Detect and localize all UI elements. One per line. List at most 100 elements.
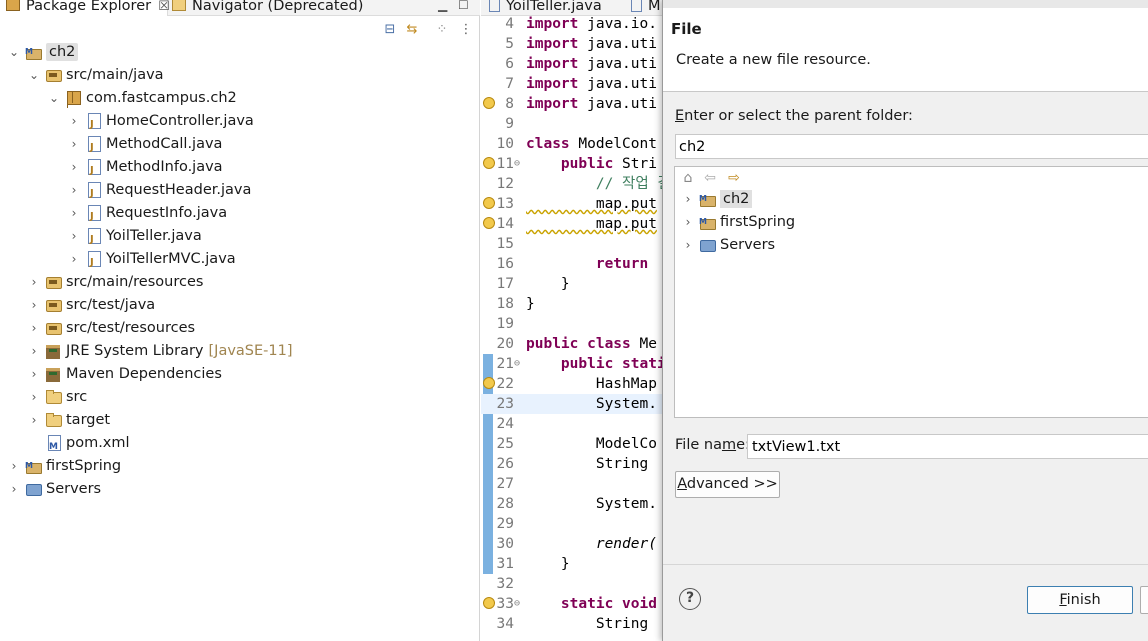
tree-item[interactable]: › src/test/java — [32, 294, 156, 317]
tree-item[interactable]: pom.xml — [45, 432, 130, 459]
link-with-editor-icon[interactable]: ⇆ — [404, 22, 420, 38]
code-line[interactable]: 6 import java.uti — [481, 54, 661, 74]
code-line[interactable]: 25 ModelCo — [481, 434, 661, 454]
code-line[interactable]: 9 — [481, 114, 661, 134]
line-number: 27 — [496, 476, 514, 492]
forward-arrow-icon[interactable]: ⇨ — [725, 169, 743, 187]
chevron-right-icon[interactable]: › — [27, 317, 41, 340]
tree-item[interactable]: › Servers — [12, 478, 102, 501]
finish-button[interactable]: Finish — [1027, 586, 1133, 614]
chevron-right-icon[interactable]: › — [27, 386, 41, 409]
tree-item[interactable]: ›firstSpring — [12, 454, 122, 478]
chevron-right-icon[interactable]: › — [67, 179, 81, 202]
code-line[interactable]: 13 map.put — [481, 194, 661, 214]
code-line[interactable]: 23 System. — [481, 394, 667, 414]
back-arrow-icon[interactable]: ⇦ — [701, 169, 719, 187]
tree-item[interactable]: › JRE System Library [JavaSE-11] — [32, 340, 293, 363]
tree-item[interactable]: › src/main/resources — [32, 271, 204, 294]
chevron-right-icon[interactable]: › — [7, 455, 21, 478]
code-line[interactable]: 11 ⊖ public Stri — [481, 154, 661, 174]
chevron-right-icon[interactable]: › — [27, 294, 41, 317]
minimize-icon[interactable]: ▁ — [438, 0, 447, 12]
code-line[interactable]: 10 class ModelCont — [481, 134, 661, 154]
chevron-right-icon[interactable]: › — [681, 188, 695, 211]
chevron-right-icon[interactable]: › — [27, 363, 41, 386]
code-line[interactable]: 30 render( — [481, 534, 661, 554]
chevron-down-icon[interactable]: ⌄ — [7, 41, 21, 64]
code-line[interactable]: 15 — [481, 234, 661, 254]
chevron-right-icon[interactable]: › — [27, 409, 41, 432]
keyword: public — [526, 156, 614, 172]
code-line[interactable]: 5 import java.uti — [481, 34, 661, 54]
home-icon[interactable]: ⌂ — [679, 169, 697, 187]
file-name-input[interactable] — [747, 434, 1148, 459]
chevron-right-icon[interactable]: › — [681, 234, 695, 257]
code-line[interactable]: 24 — [481, 414, 661, 434]
tree-item[interactable]: ›HomeController.java — [72, 110, 254, 136]
code-line[interactable]: 33 ⊖ static void — [481, 594, 661, 614]
tab-package-explorer[interactable]: Package Explorer ☒ — [0, 0, 170, 16]
tree-item[interactable]: ›RequestInfo.java — [72, 202, 227, 228]
parent-folder-tree[interactable]: ⌂ ⇦ ⇨ ›ch2›firstSpring›Servers — [674, 166, 1148, 418]
tree-item[interactable]: ›YoilTellerMVC.java — [72, 248, 236, 274]
code-line[interactable]: 17 } — [481, 274, 661, 294]
code-line[interactable]: 29 — [481, 514, 661, 534]
code-line[interactable]: 32 — [481, 574, 661, 594]
code-line[interactable]: 27 — [481, 474, 661, 494]
tree-item[interactable]: ›MethodCall.java — [72, 133, 222, 159]
code-line[interactable]: 4 import java.io. — [481, 14, 661, 34]
chevron-right-icon[interactable]: › — [27, 340, 41, 363]
tab-navigator[interactable]: Navigator (Deprecated) — [168, 0, 363, 16]
parent-folder-input[interactable] — [675, 134, 1148, 159]
chevron-right-icon[interactable]: › — [67, 156, 81, 179]
chevron-right-icon[interactable]: › — [67, 225, 81, 248]
chevron-down-icon[interactable]: ⌄ — [47, 87, 61, 110]
folder-item[interactable]: › Servers — [686, 234, 776, 257]
folder-item[interactable]: ›firstSpring — [686, 210, 796, 234]
code-line[interactable]: 7 import java.uti — [481, 74, 661, 94]
chevron-right-icon[interactable]: › — [67, 202, 81, 225]
chevron-right-icon[interactable]: › — [67, 110, 81, 133]
code-line[interactable]: 26 String — [481, 454, 661, 474]
code-line[interactable]: 16 return — [481, 254, 661, 274]
chevron-right-icon[interactable]: › — [67, 248, 81, 271]
chevron-right-icon[interactable]: › — [7, 478, 21, 501]
code-line[interactable]: 19 — [481, 314, 661, 334]
collapse-all-icon[interactable]: ⊟ — [382, 22, 398, 38]
chevron-down-icon[interactable]: ⌄ — [27, 64, 41, 87]
code-line[interactable]: 14 map.put — [481, 214, 661, 234]
code-line[interactable]: 12 // 작업 결 — [481, 174, 671, 194]
tree-item[interactable]: ›RequestHeader.java — [72, 179, 251, 205]
tree-item[interactable]: › src — [32, 386, 88, 409]
fold-toggle-icon[interactable]: ⊖ — [514, 354, 520, 374]
maximize-icon[interactable]: ☐ — [458, 0, 469, 12]
tree-item[interactable]: › Maven Dependencies — [32, 363, 222, 386]
tree-item[interactable]: ⌄ src/main/java — [29, 64, 164, 87]
tree-item[interactable]: ⌄ com.fastcampus.ch2 — [49, 87, 237, 110]
tree-item[interactable]: › src/test/resources — [32, 317, 195, 340]
chevron-right-icon[interactable]: › — [27, 271, 41, 294]
focus-icon[interactable]: ⁘ — [434, 22, 450, 38]
tree-item[interactable]: › target — [32, 409, 111, 432]
tree-item[interactable]: ⌄ ch2 — [9, 40, 79, 64]
code-line[interactable]: 34 String — [481, 614, 661, 634]
code-line[interactable]: 8 import java.uti — [481, 94, 661, 114]
advanced-button[interactable]: Advanced >> — [675, 471, 780, 498]
folder-item[interactable]: ›ch2 — [686, 187, 753, 211]
code-line[interactable]: 18} — [481, 294, 661, 314]
java-file-icon — [489, 0, 500, 12]
code-line[interactable]: 31 } — [481, 554, 661, 574]
chevron-right-icon[interactable]: › — [67, 133, 81, 156]
code-line[interactable]: 22 HashMap — [481, 374, 661, 394]
code-line[interactable]: 28 System. — [481, 494, 661, 514]
tree-item[interactable]: ›YoilTeller.java — [72, 225, 202, 251]
code-line[interactable]: 20 public class Me — [481, 334, 661, 354]
fold-toggle-icon[interactable]: ⊖ — [514, 154, 520, 174]
code-line[interactable]: 21 ⊖ public stati — [481, 354, 666, 374]
fold-toggle-icon[interactable]: ⊖ — [514, 594, 520, 614]
help-icon[interactable]: ? — [679, 588, 701, 610]
view-menu-icon[interactable]: ⋮ — [458, 22, 474, 38]
chevron-right-icon[interactable]: › — [681, 211, 695, 234]
cancel-button[interactable] — [1140, 586, 1148, 614]
tree-item[interactable]: ›MethodInfo.java — [72, 156, 223, 182]
